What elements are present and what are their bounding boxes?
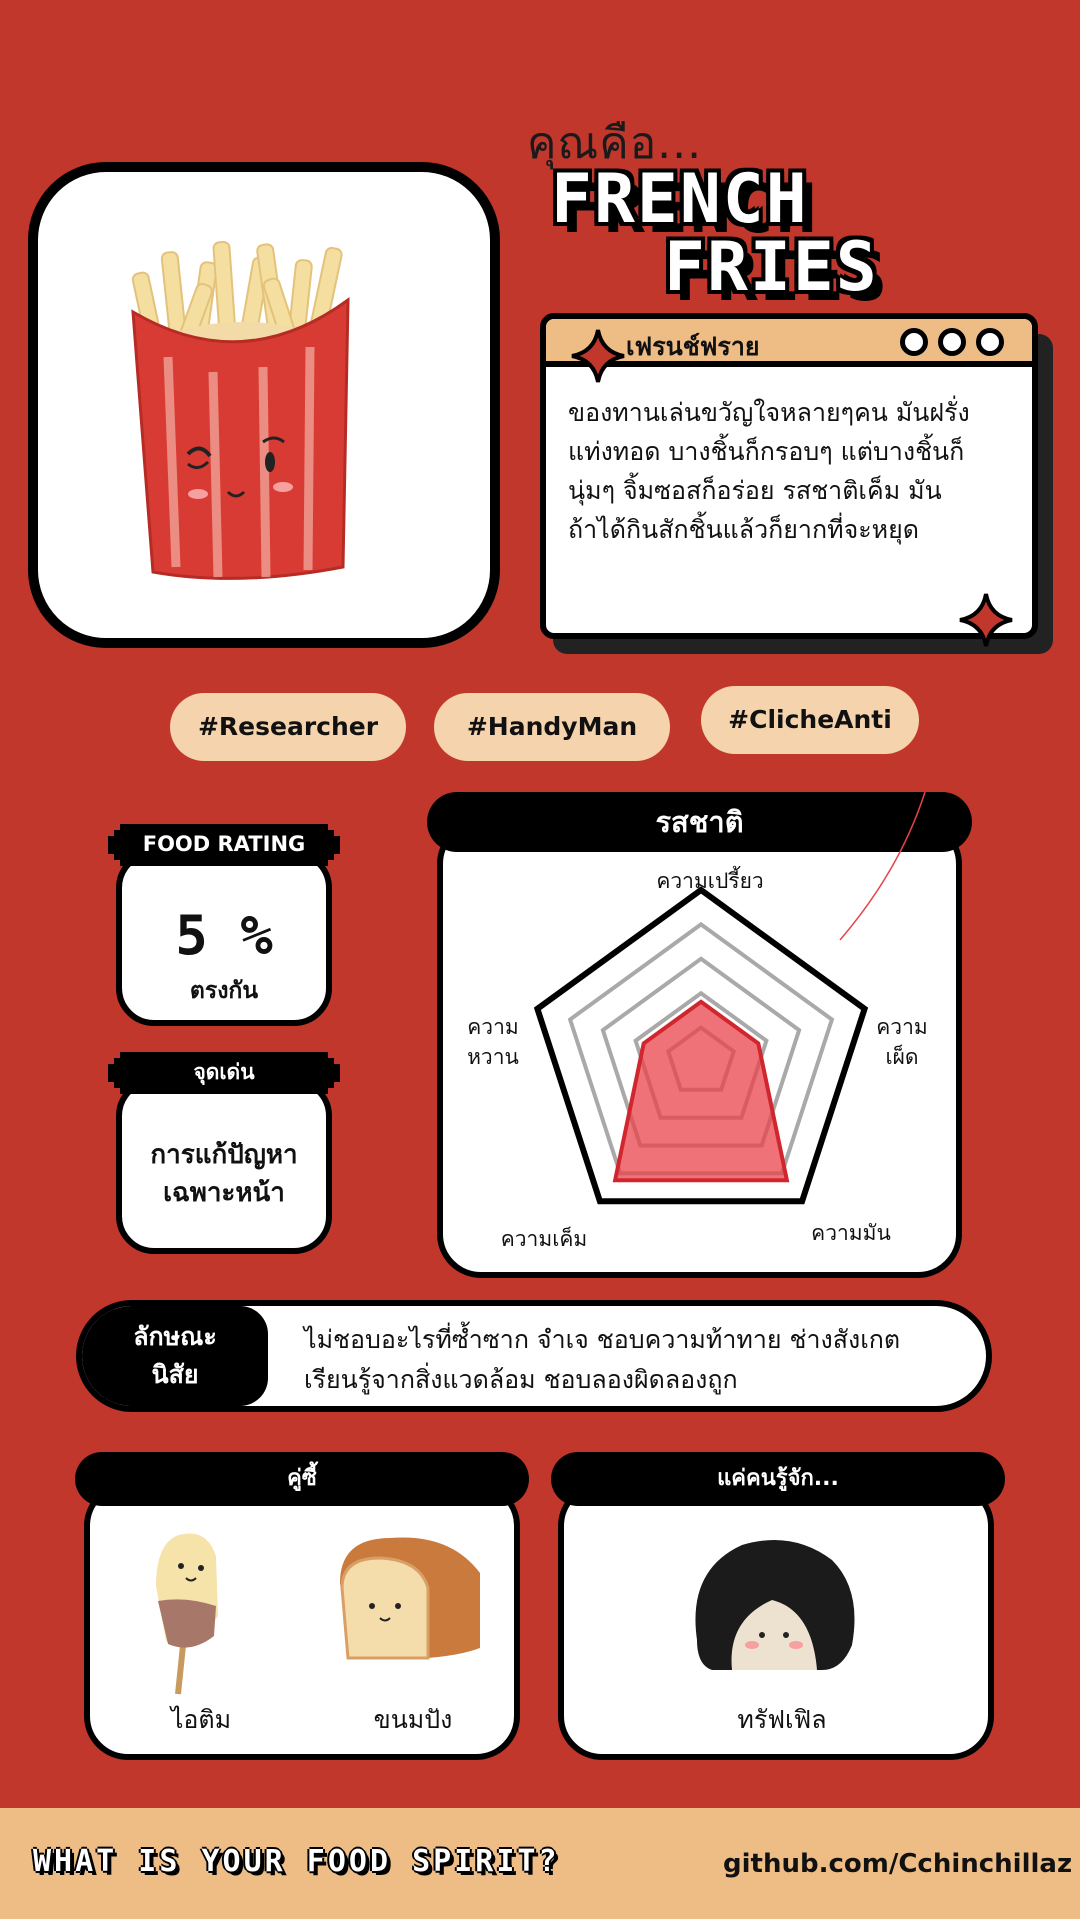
axis-label-sweet-line1: ความ: [467, 1015, 519, 1039]
highlight-line-1: การแก้ปัญหา: [150, 1140, 298, 1170]
pair-item-bread: ขนมปัง: [373, 1705, 453, 1734]
known-item-truffle: ทรัฟเฟิล: [737, 1705, 827, 1734]
pair-box: ไอติม ขนมปัง: [84, 1482, 520, 1760]
decorative-line: [839, 791, 926, 941]
footer-tagline: WHAT IS YOUR FOOD SPIRIT?: [33, 1844, 560, 1879]
window-dot-icon: [938, 328, 966, 356]
axis-label-sweet: ความ หวาน: [458, 1012, 528, 1072]
sparkle-icon: [959, 593, 1013, 647]
tag-researcher: #Researcher: [170, 693, 406, 761]
axis-label-sweet-line2: หวาน: [467, 1045, 519, 1069]
description-line: ถ้าได้กินสักชิ้นแล้วก็ยากที่จะหยุด: [568, 515, 920, 544]
known-box: ทรัฟเฟิล: [558, 1482, 994, 1760]
window-dot-icon: [900, 328, 928, 356]
known-title: แค่คนรู้จัก...: [551, 1452, 1005, 1506]
personality-box: ลักษณะ นิสัย ไม่ชอบอะไรที่ซ้ำซาก จำเจ ชอ…: [76, 1300, 992, 1412]
window-dot-icon: [976, 328, 1004, 356]
french-fries-image-card: [28, 162, 500, 648]
food-rating-value: 5 %: [175, 904, 273, 967]
highlight-box: การแก้ปัญหา เฉพาะหน้า: [116, 1078, 332, 1254]
food-rating-label: FOOD RATING: [108, 824, 340, 866]
personality-label: ลักษณะ นิสัย: [82, 1306, 268, 1406]
description-window-title: เฟรนช์ฟราย: [626, 332, 760, 361]
description-line: นุ่มๆ จิ้มซอสก็อร่อย รสชาติเค็ม มัน: [568, 476, 942, 505]
highlight-line-2: เฉพาะหน้า: [163, 1178, 285, 1208]
truffle-illustration: [695, 1540, 855, 1670]
description-line: ของทานเล่นขวัญใจหลายๆคน มันฝรั่ง: [568, 398, 970, 427]
personality-label-line2: นิสัย: [151, 1360, 199, 1389]
description-line: แท่งทอด บางชิ้นก็กรอบๆ แต่บางชิ้นก็: [568, 437, 965, 466]
food-rating-subtext: ตรงกัน: [189, 978, 259, 1004]
personality-label-line1: ลักษณะ: [133, 1322, 217, 1351]
description-text: ของทานเล่นขวัญใจหลายๆคน มันฝรั่ง แท่งทอด…: [568, 393, 1012, 549]
sparkle-icon: [571, 329, 625, 383]
footer-github-link[interactable]: github.com/Cchinchillaz: [723, 1849, 1072, 1879]
pair-title: คู่ซี้: [75, 1452, 529, 1506]
french-fries-illustration: [131, 241, 350, 580]
tag-clicheanti: #ClicheAnti: [701, 686, 919, 754]
bread-illustration: [340, 1537, 480, 1660]
highlight-label: จุดเด่น: [108, 1052, 340, 1094]
ice-cream-illustration: [156, 1533, 218, 1695]
tag-handyman: #HandyMan: [434, 693, 670, 761]
personality-line: เรียนรู้จากสิ่งแวดล้อม ชอบลองผิดลองถูก: [304, 1365, 738, 1394]
personality-line: ไม่ชอบอะไรที่ซ้ำซาก จำเจ ชอบความท้าทาย ช…: [304, 1325, 901, 1354]
pair-item-ice-cream: ไอติม: [170, 1705, 232, 1734]
axis-label-salty: ความเค็ม: [500, 1227, 588, 1251]
axis-label-sour: ความเปรี้ยว: [656, 869, 764, 893]
axis-label-oily: ความมัน: [811, 1221, 891, 1245]
food-rating-box: 5 % ตรงกัน: [116, 850, 332, 1026]
radar-taste-area: [612, 999, 790, 1183]
personality-text: ไม่ชอบอะไรที่ซ้ำซาก จำเจ ชอบความท้าทาย ช…: [304, 1320, 900, 1400]
axis-label-spicy-line1: ความ: [876, 1015, 928, 1039]
title-line-2: FRIES: [664, 228, 879, 307]
axis-label-spicy-line2: เผ็ด: [885, 1045, 919, 1069]
axis-label-spicy: ความ เผ็ด: [862, 1012, 942, 1072]
